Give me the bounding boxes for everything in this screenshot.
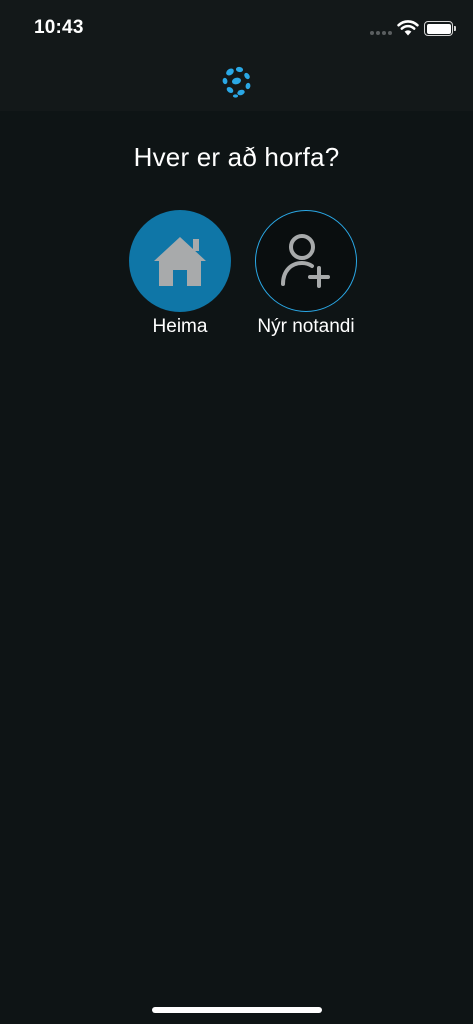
- status-time: 10:43: [34, 17, 84, 38]
- profile-home[interactable]: Heima: [110, 210, 250, 338]
- screen: 10:43 Hver er að horfa? Heima Nýr notand…: [0, 0, 473, 1024]
- profile-home-label: Heima: [152, 316, 208, 337]
- page-title: Hver er að horfa?: [133, 142, 340, 172]
- profile-new-user[interactable]: Nýr notandi: [236, 210, 376, 338]
- app-header: [0, 56, 473, 111]
- brand-logo-icon: [222, 66, 251, 98]
- profile-home-avatar[interactable]: [129, 210, 231, 312]
- status-bar: 10:43: [0, 0, 473, 56]
- signal-dots-icon: [370, 31, 392, 35]
- add-user-icon: [281, 234, 330, 288]
- house-icon: [154, 237, 206, 286]
- battery-icon: [424, 21, 456, 36]
- add-user-avatar[interactable]: [255, 210, 357, 312]
- wifi-icon: [397, 20, 419, 36]
- profile-new-user-label: Nýr notandi: [257, 316, 355, 337]
- home-indicator[interactable]: [152, 1007, 322, 1013]
